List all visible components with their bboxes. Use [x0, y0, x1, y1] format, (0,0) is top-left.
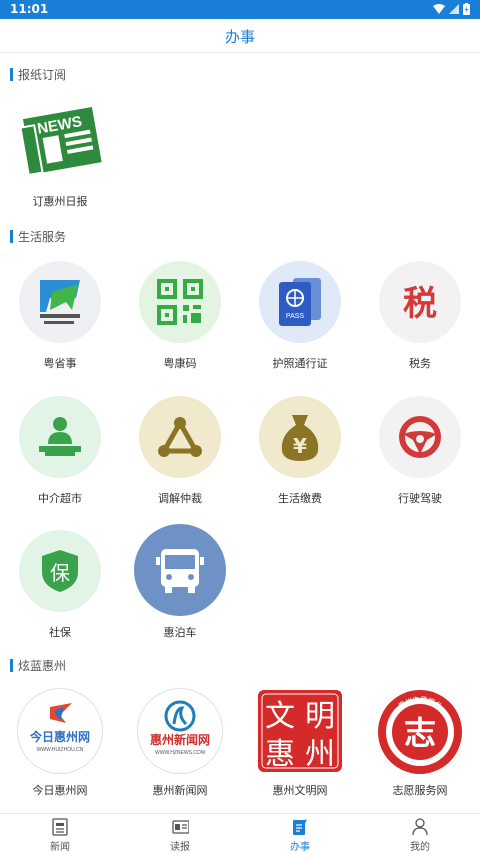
today-huizhou-logo-url: WWW.HUIZHOU.CN — [37, 747, 84, 753]
tile-utility-payment[interactable]: ¥ 生活缴费 — [240, 396, 360, 508]
tile-tax[interactable]: 税 税务 — [360, 261, 480, 373]
wifi-icon — [433, 4, 445, 14]
newspaper-tab-icon — [172, 820, 189, 834]
tile-label: 惠州新闻网 — [152, 784, 208, 797]
seal-char: 州 — [305, 737, 335, 772]
status-time: 11:01 — [10, 2, 49, 16]
section-title: 报纸订阅 — [18, 67, 67, 82]
tile-label: 惠泊车 — [163, 626, 197, 639]
section-title: 炫蓝惠州 — [18, 658, 67, 673]
tile-label: 中介超市 — [38, 492, 82, 505]
tile-driving[interactable]: 行驶驾驶 — [360, 396, 480, 508]
section-header-links: 炫蓝惠州 — [10, 657, 66, 673]
battery-icon — [463, 3, 470, 15]
volunteer-logo: 惠州志愿服务 Huizhou Volunteer Service 志 — [376, 688, 464, 776]
tile-label: 社保 — [49, 626, 71, 639]
tile-label: 生活缴费 — [278, 492, 322, 505]
huizhou-news-logo: 惠州新闻网 WWW.HZNEWS.COM — [137, 688, 223, 774]
tile-label: 行驶驾驶 — [398, 492, 442, 505]
tile-subscribe-newspaper[interactable]: NEWS 订惠州日报 — [0, 99, 120, 211]
civilization-seal-logo: 文 明 惠 州 — [256, 688, 344, 774]
tile-label: 今日惠州网 — [32, 784, 88, 797]
bus-icon — [134, 524, 226, 616]
tab-read-paper[interactable]: 读报 — [120, 814, 240, 854]
page-title: 办事 — [224, 28, 255, 46]
tile-today-huizhou[interactable]: 今日惠州网 WWW.HUIZHOU.CN 今日惠州网 — [0, 688, 120, 800]
money-bag-icon: ¥ — [259, 396, 341, 478]
tile-huizhou-news[interactable]: 惠州新闻网 WWW.HZNEWS.COM 惠州新闻网 — [120, 688, 240, 800]
tax-icon: 税 — [379, 261, 461, 343]
tab-services[interactable]: 办事 — [240, 814, 360, 854]
tile-label: 订惠州日报 — [32, 195, 88, 208]
tab-label: 我的 — [410, 842, 430, 853]
tab-label: 新闻 — [50, 842, 70, 853]
tab-news[interactable]: 新闻 — [0, 814, 120, 854]
tile-label: 调解仲裁 — [158, 492, 202, 505]
seal-char: 惠 — [265, 737, 295, 772]
tab-label: 读报 — [170, 842, 190, 853]
today-huizhou-logo-text: 今日惠州网 — [29, 729, 90, 744]
seal-char: 文 — [265, 699, 295, 734]
title-bar: 办事 — [0, 19, 480, 53]
shield-icon: 保 — [19, 530, 101, 612]
seal-char: 明 — [305, 699, 335, 734]
yueshengshi-icon — [19, 261, 101, 343]
tile-yuekangma[interactable]: 粤康码 — [120, 261, 240, 373]
bottom-tab-bar: 新闻 读报 办事 我的 — [0, 813, 480, 853]
fee-icon-text: ¥ — [293, 434, 307, 458]
edit-document-icon — [293, 819, 307, 835]
tab-mine[interactable]: 我的 — [360, 814, 480, 854]
tile-label: 护照通行证 — [272, 357, 328, 370]
user-icon — [412, 818, 428, 836]
volunteer-seal-char: 志 — [404, 714, 436, 752]
huizhou-news-logo-text: 惠州新闻网 — [150, 732, 210, 747]
tile-label: 税务 — [409, 357, 431, 370]
news-document-icon — [52, 818, 68, 836]
passport-icon: PASS — [259, 261, 341, 343]
tile-label: 惠州文明网 — [272, 784, 328, 797]
signal-icon — [449, 4, 459, 14]
huizhou-news-logo-url: WWW.HZNEWS.COM — [155, 750, 205, 756]
tile-parking[interactable]: 惠泊车 — [120, 524, 240, 642]
section-title: 生活服务 — [18, 229, 67, 244]
steering-wheel-icon — [379, 396, 461, 478]
tile-huizhou-civilization[interactable]: 文 明 惠 州 惠州文明网 — [240, 688, 360, 800]
qr-code-icon — [139, 261, 221, 343]
section-marker — [10, 67, 13, 81]
today-huizhou-logo: 今日惠州网 WWW.HUIZHOU.CN — [17, 688, 103, 774]
tile-mediation[interactable]: 调解仲裁 — [120, 396, 240, 508]
tile-label: 志愿服务网 — [392, 784, 448, 797]
tax-icon-text: 税 — [403, 284, 437, 324]
tile-social-security[interactable]: 保 社保 — [0, 530, 120, 642]
triangle-nodes-icon — [139, 396, 221, 478]
tile-label: 粤康码 — [163, 357, 197, 370]
section-marker — [10, 658, 13, 672]
tile-agency-market[interactable]: 中介超市 — [0, 396, 120, 508]
shield-icon-text: 保 — [50, 561, 70, 585]
section-marker — [10, 229, 13, 243]
section-header-life: 生活服务 — [10, 228, 66, 244]
pass-icon-text: PASS — [286, 313, 304, 320]
tile-yueshengshi[interactable]: 粤省事 — [0, 261, 120, 373]
agent-desk-icon — [19, 396, 101, 478]
tab-label: 办事 — [290, 842, 310, 853]
tile-volunteer-service[interactable]: 惠州志愿服务 Huizhou Volunteer Service 志 志愿服务网 — [360, 688, 480, 800]
section-header-newspaper: 报纸订阅 — [10, 66, 66, 82]
tile-passport[interactable]: PASS 护照通行证 — [240, 261, 360, 373]
tile-label: 粤省事 — [43, 357, 77, 370]
status-icons — [433, 3, 470, 15]
newspaper-icon: NEWS — [15, 99, 105, 179]
status-bar: 11:01 — [0, 0, 480, 19]
